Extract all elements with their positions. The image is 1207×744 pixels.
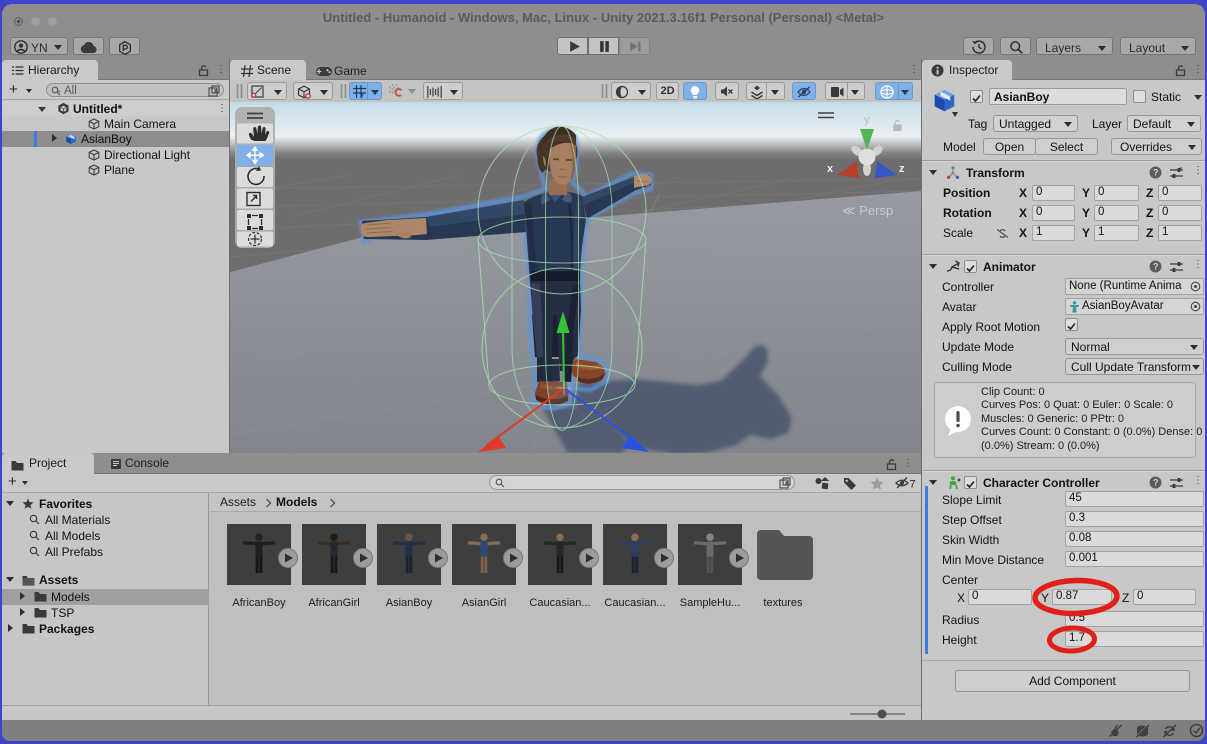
svg-text:textures: textures [763,597,803,609]
svg-text:AfricanGirl: AfricanGirl [308,597,359,609]
svg-text:y: y [864,114,870,126]
svg-text:Y: Y [360,93,365,99]
svg-text:7: 7 [910,479,916,491]
svg-text:AsianBoy: AsianBoy [386,597,433,609]
svg-text:x: x [827,163,834,175]
svg-text:≪ Persp: ≪ Persp [842,203,893,218]
svg-text:?: ? [1153,478,1159,488]
svg-text:AsianGirl: AsianGirl [462,597,507,609]
svg-text:AfricanBoy: AfricanBoy [232,597,286,609]
svg-text:SampleHu...: SampleHu... [680,597,741,609]
svg-text:Caucasian...: Caucasian... [604,597,665,609]
svg-text:?: ? [1153,168,1159,178]
svg-text:?: ? [1153,262,1159,272]
svg-text:z: z [899,163,905,175]
svg-text:Caucasian...: Caucasian... [529,597,590,609]
